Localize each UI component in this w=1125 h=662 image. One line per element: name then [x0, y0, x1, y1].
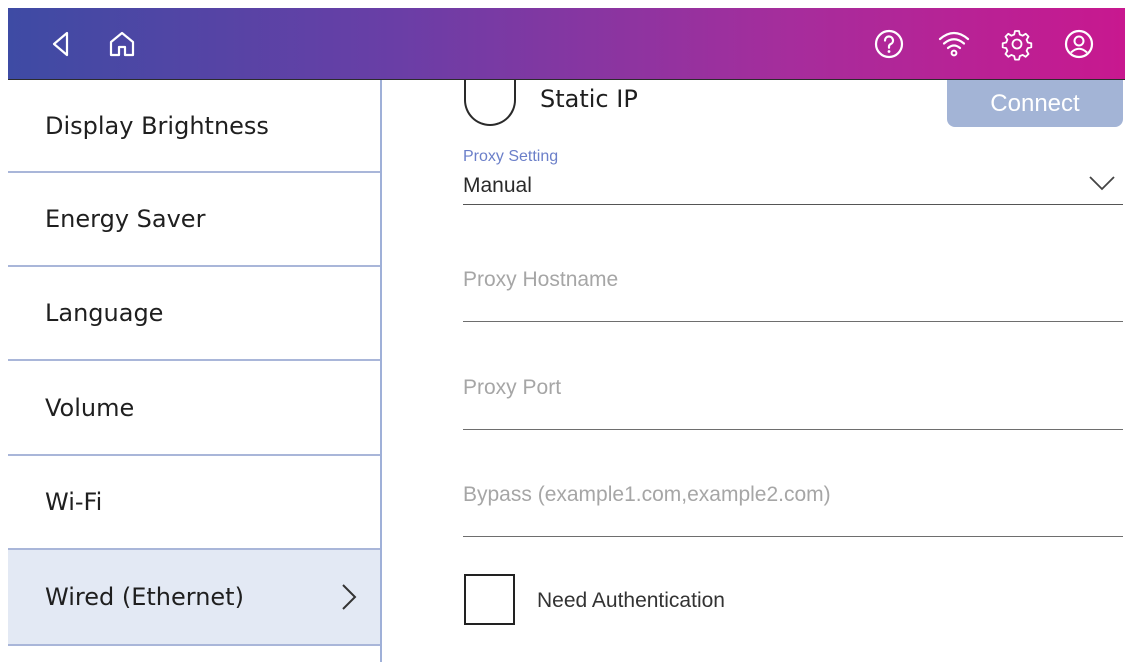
proxy-setting-underline[interactable]	[463, 204, 1123, 205]
home-icon[interactable]	[105, 27, 139, 61]
settings-sidebar: Display Brightness Energy Saver Language…	[8, 80, 382, 662]
back-icon[interactable]	[45, 27, 79, 61]
bypass-underline	[463, 536, 1123, 537]
proxy-hostname-field[interactable]: Proxy Hostname	[463, 265, 1123, 325]
bypass-placeholder: Bypass (example1.com,example2.com)	[463, 483, 831, 506]
sidebar-item-label: Energy Saver	[45, 205, 206, 233]
chevron-down-icon[interactable]	[1088, 174, 1116, 192]
proxy-hostname-underline	[463, 321, 1123, 322]
need-authentication-checkbox[interactable]	[464, 574, 515, 625]
sidebar-item-wifi[interactable]: Wi-Fi	[8, 456, 380, 550]
account-icon[interactable]	[1062, 27, 1096, 61]
proxy-port-placeholder: Proxy Port	[463, 376, 562, 399]
help-icon[interactable]	[872, 27, 906, 61]
sidebar-item-language[interactable]: Language	[8, 267, 380, 361]
proxy-port-field[interactable]: Proxy Port	[463, 373, 1123, 433]
need-authentication-label: Need Authentication	[537, 589, 725, 612]
proxy-setting-caption: Proxy Setting	[463, 148, 559, 165]
wifi-icon[interactable]	[937, 27, 971, 61]
settings-icon[interactable]	[1000, 27, 1034, 61]
top-bar	[8, 8, 1125, 80]
sidebar-item-wired-ethernet[interactable]: Wired (Ethernet)	[8, 550, 380, 646]
connect-button[interactable]: Connect	[947, 80, 1123, 127]
sidebar-item-label: Wi-Fi	[45, 488, 103, 516]
proxy-port-underline	[463, 429, 1123, 430]
chevron-right-icon	[340, 582, 358, 612]
ethernet-settings-panel: Static IP Connect Proxy Setting Manual P…	[382, 80, 1125, 662]
sidebar-item-volume[interactable]: Volume	[8, 361, 380, 456]
bypass-field[interactable]: Bypass (example1.com,example2.com)	[463, 480, 1123, 540]
sidebar-item-label: Display Brightness	[45, 111, 269, 140]
proxy-setting-select[interactable]: Manual	[463, 174, 532, 198]
static-ip-label: Static IP	[540, 85, 638, 113]
sidebar-item-energy-saver[interactable]: Energy Saver	[8, 173, 380, 267]
static-ip-radio[interactable]	[464, 80, 516, 126]
proxy-hostname-placeholder: Proxy Hostname	[463, 268, 619, 291]
sidebar-item-display-brightness[interactable]: Display Brightness	[8, 80, 380, 173]
sidebar-item-label: Wired (Ethernet)	[45, 583, 244, 611]
sidebar-item-label: Volume	[45, 393, 135, 422]
sidebar-item-label: Language	[45, 299, 164, 327]
